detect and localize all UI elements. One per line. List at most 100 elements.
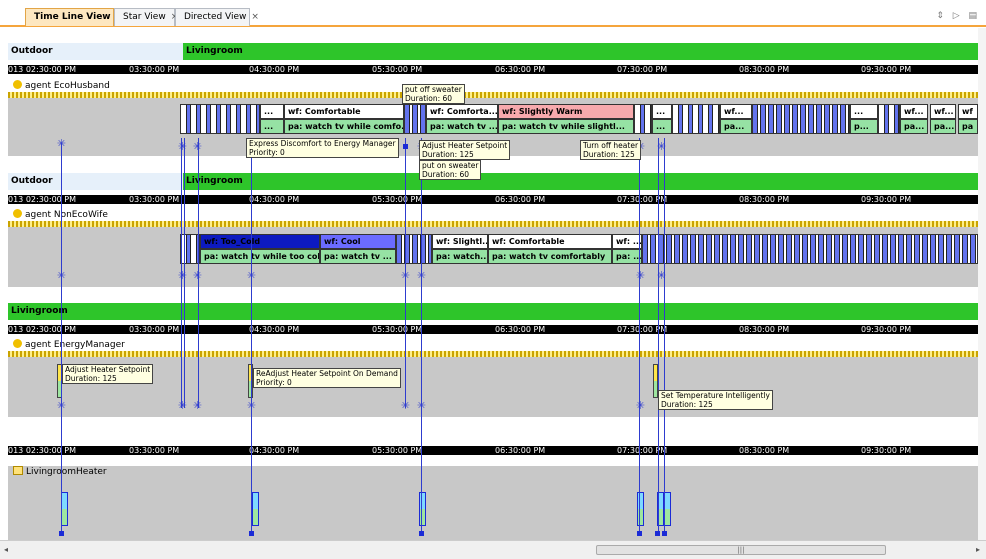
activity-cell[interactable]: pa...	[720, 119, 752, 134]
interaction-link[interactable]	[251, 138, 252, 533]
event-star-icon[interactable]: ✳	[656, 141, 667, 152]
activity-cell[interactable]: pa...	[900, 119, 928, 134]
tab-directed-view[interactable]: Directed View ×	[175, 8, 259, 26]
activity-cell[interactable]: pa: watch tv while slightl...	[498, 119, 634, 134]
event-star-icon[interactable]: ✳	[635, 270, 646, 281]
wellbeing-cell[interactable]: wf: Comfortable	[284, 104, 404, 119]
tooltip-detail: Duration: 125	[65, 374, 117, 383]
tab-list-controls-icon[interactable]: ⇕ ▷ ▤	[936, 11, 980, 21]
editor-tab-bar: Time Line View× Star View× Directed View…	[0, 0, 986, 27]
agent-header-livingroomheater[interactable]: LivingroomHeater	[8, 466, 978, 477]
event-star-icon[interactable]: ✳	[246, 270, 257, 281]
event-star-icon[interactable]: ✳	[192, 400, 203, 411]
tab-time-line-view[interactable]: Time Line View×	[25, 8, 123, 26]
activity-cell[interactable]: pa	[958, 119, 978, 134]
activity-cell[interactable]: ...	[260, 119, 284, 134]
activity-block-group[interactable]	[180, 104, 260, 134]
heater-activity-block[interactable]	[61, 492, 68, 526]
event-star-icon[interactable]: ✳	[192, 141, 203, 152]
time-tick: 08:30:00 PM	[739, 195, 790, 204]
event-star-icon[interactable]: ✳	[246, 400, 257, 411]
activity-cell[interactable]: pa: watch tv while comfo...	[284, 119, 404, 134]
wellbeing-cell[interactable]: wf: Comforta...	[426, 104, 498, 119]
event-marker[interactable]	[403, 144, 408, 149]
event-star-icon[interactable]: ✳	[177, 270, 188, 281]
wellbeing-cell[interactable]: wf: Cool	[320, 234, 396, 249]
activity-cell[interactable]: pa: watch tv while too cold	[200, 249, 320, 264]
event-star-icon[interactable]: ✳	[416, 270, 427, 281]
horizontal-scrollbar[interactable]: ◂ ||| ▸	[0, 540, 986, 559]
wellbeing-cell[interactable]: wf	[958, 104, 978, 119]
activity-block-group[interactable]	[672, 104, 720, 134]
tooltip-title: Set Temperature Intelligently	[661, 391, 770, 400]
heater-activity-block[interactable]	[252, 492, 259, 526]
activity-cell[interactable]: pa: watch tv ...	[320, 249, 396, 264]
tooltip-detail: Duration: 125	[583, 150, 635, 159]
event-star-icon[interactable]: ✳	[56, 400, 67, 411]
event-star-icon[interactable]: ✳	[635, 400, 646, 411]
lane-spacer	[8, 417, 978, 432]
event-star-icon[interactable]: ✳	[400, 400, 411, 411]
event-star-icon[interactable]: ✳	[400, 270, 411, 281]
activity-block-group[interactable]	[752, 104, 850, 134]
activity-cell[interactable]: pa...	[930, 119, 956, 134]
event-star-icon[interactable]: ✳	[192, 270, 203, 281]
agent-header-energymanager[interactable]: agent EnergyManager	[8, 339, 978, 350]
wellbeing-cell[interactable]: wf...	[720, 104, 752, 119]
agent-header-ecohusband[interactable]: agent EcoHusband	[8, 80, 978, 91]
timeline-canvas[interactable]: Outdoor Livingroom 013 02:30:00 PM 03:30…	[8, 28, 978, 540]
scrollbar-thumb[interactable]: |||	[596, 545, 886, 555]
activity-block-group[interactable]	[404, 104, 426, 134]
agent-header-nonecowife[interactable]: agent NonEcoWife	[8, 209, 978, 220]
event-star-icon[interactable]: ✳	[56, 270, 67, 281]
time-tick: 03:30:00 PM	[129, 446, 180, 455]
wellbeing-cell[interactable]: ...	[850, 104, 878, 119]
tooltip-title: put off sweater	[405, 85, 462, 94]
wellbeing-cell[interactable]: wf...	[930, 104, 956, 119]
activity-block-group[interactable]	[180, 234, 200, 264]
activity-cell[interactable]: pa: watch tv comfortably	[488, 249, 612, 264]
activity-block-group[interactable]	[642, 234, 978, 264]
scroll-right-icon[interactable]: ▸	[976, 545, 980, 554]
event-marker[interactable]	[419, 531, 424, 536]
activity-cell[interactable]: pa: ...	[612, 249, 642, 264]
activity-block-group[interactable]	[878, 104, 900, 134]
scroll-left-icon[interactable]: ◂	[4, 545, 8, 554]
wellbeing-cell[interactable]: ...	[260, 104, 284, 119]
activity-block-group[interactable]	[634, 104, 652, 134]
location-livingroom: Livingroom	[183, 43, 978, 60]
vertical-scrollbar[interactable]	[978, 28, 986, 540]
wellbeing-cell[interactable]: wf: Slightl...	[432, 234, 488, 249]
wellbeing-cell[interactable]: wf: Slightly Warm	[498, 104, 634, 119]
interaction-link[interactable]	[61, 143, 62, 533]
interaction-link[interactable]	[658, 138, 659, 533]
event-marker[interactable]	[637, 531, 642, 536]
interaction-link[interactable]	[421, 138, 422, 533]
activity-cell[interactable]: pa: watch...	[432, 249, 488, 264]
wellbeing-cell[interactable]: wf: Comfortable	[488, 234, 612, 249]
interaction-link[interactable]	[639, 138, 640, 533]
event-star-icon[interactable]: ✳	[177, 400, 188, 411]
event-star-icon[interactable]: ✳	[656, 270, 667, 281]
activity-cell[interactable]: ...	[652, 119, 672, 134]
event-marker[interactable]	[59, 531, 64, 536]
activity-cell[interactable]: pa: watch tv ...	[426, 119, 498, 134]
event-star-icon[interactable]: ✳	[416, 400, 427, 411]
event-marker[interactable]	[655, 531, 660, 536]
time-tick: 013 02:30:00 PM	[8, 65, 77, 74]
interaction-link[interactable]	[664, 138, 665, 533]
tab-star-view[interactable]: Star View×	[114, 8, 178, 26]
event-star-icon[interactable]: ✳	[56, 138, 67, 149]
event-star-icon[interactable]: ✳	[177, 141, 188, 152]
wellbeing-cell[interactable]: wf: Too_Cold	[200, 234, 320, 249]
activity-block-group[interactable]	[396, 234, 432, 264]
event-marker[interactable]	[249, 531, 254, 536]
wellbeing-cell[interactable]: wf...	[900, 104, 928, 119]
event-marker[interactable]	[662, 531, 667, 536]
activity-cell[interactable]: p...	[850, 119, 878, 134]
heater-activity-block[interactable]	[664, 492, 671, 526]
wellbeing-cell[interactable]: wf: ...	[612, 234, 642, 249]
tooltip-express-discomfort: Express Discomfort to Energy Manager Prio…	[246, 138, 399, 158]
close-icon[interactable]: ×	[251, 12, 259, 22]
wellbeing-cell[interactable]: ...	[652, 104, 672, 119]
